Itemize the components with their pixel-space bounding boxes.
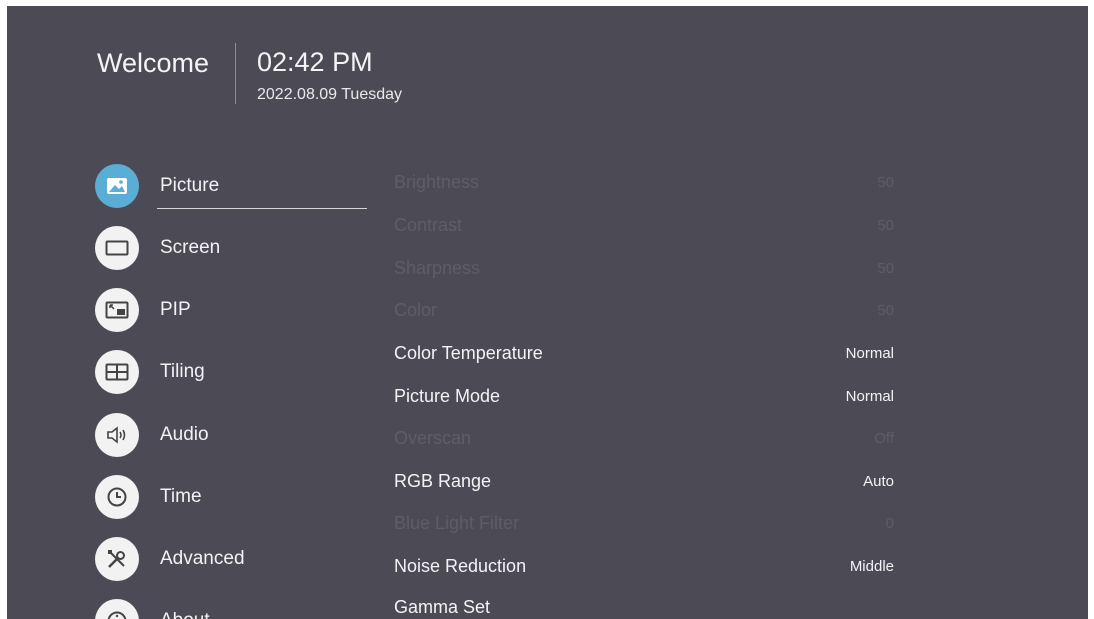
- speaker-icon: [95, 413, 139, 457]
- setting-label: Sharpness: [394, 258, 481, 278]
- sidebar-item-label: Tiling: [160, 361, 205, 382]
- setting-overscan: Overscan Off: [394, 424, 894, 452]
- pip-icon: [95, 288, 139, 332]
- tools-icon: [95, 537, 139, 581]
- setting-value: Normal: [845, 388, 894, 405]
- setting-gamma-set[interactable]: Gamma Set: [394, 593, 894, 619]
- sidebar-item-label: Screen: [160, 237, 221, 258]
- tiling-icon: [95, 350, 139, 394]
- sidebar-item-screen[interactable]: Screen: [95, 223, 375, 273]
- settings-screen: Welcome 02:42 PM 2022.08.09 Tuesday Pict…: [7, 6, 1088, 619]
- setting-rgb-range[interactable]: RGB Range Auto: [394, 467, 894, 495]
- setting-contrast: Contrast 50: [394, 211, 894, 239]
- sidebar-item-audio[interactable]: Audio: [95, 410, 375, 460]
- setting-value: Off: [874, 430, 894, 447]
- sidebar-item-pip[interactable]: PIP: [95, 285, 375, 335]
- sidebar-item-advanced[interactable]: Advanced: [95, 534, 375, 584]
- clock-time: 02:42 PM: [257, 47, 373, 77]
- setting-value: 0: [885, 515, 894, 532]
- setting-picture-mode[interactable]: Picture Mode Normal: [394, 382, 894, 410]
- sidebar-item-tiling[interactable]: Tiling: [95, 347, 375, 397]
- sidebar-item-picture[interactable]: Picture: [95, 161, 375, 211]
- setting-value: 50: [877, 217, 894, 234]
- sidebar-item-label: About: [160, 610, 210, 619]
- setting-label: Brightness: [394, 172, 480, 192]
- clock-date: 2022.08.09 Tuesday: [257, 86, 403, 103]
- sidebar-item-label: Time: [160, 486, 202, 507]
- sidebar-item-label: PIP: [160, 299, 191, 320]
- setting-label: Contrast: [394, 215, 463, 235]
- setting-blue-light-filter: Blue Light Filter 0: [394, 509, 894, 537]
- setting-value: 50: [877, 260, 894, 277]
- setting-noise-reduction[interactable]: Noise Reduction Middle: [394, 552, 894, 580]
- setting-label: Picture Mode: [394, 386, 501, 406]
- header-divider: [235, 43, 236, 104]
- screen-icon: [95, 226, 139, 270]
- setting-label: Color: [394, 300, 438, 320]
- sidebar-item-about[interactable]: About: [95, 596, 375, 619]
- setting-value: 50: [877, 174, 894, 191]
- active-underline: [157, 208, 367, 209]
- clock-icon: [95, 475, 139, 519]
- setting-label: RGB Range: [394, 471, 492, 491]
- setting-label: Color Temperature: [394, 343, 543, 363]
- setting-sharpness: Sharpness 50: [394, 254, 894, 282]
- setting-value: Middle: [849, 558, 894, 575]
- sidebar-item-time[interactable]: Time: [95, 472, 375, 522]
- setting-label: Blue Light Filter: [394, 513, 520, 533]
- setting-label: Overscan: [394, 428, 472, 448]
- setting-value: 50: [877, 302, 894, 319]
- info-icon: [95, 599, 139, 619]
- sidebar-item-label: Advanced: [160, 548, 245, 569]
- setting-brightness: Brightness 50: [394, 168, 894, 196]
- sidebar-item-label: Audio: [160, 424, 209, 445]
- picture-icon: [95, 164, 139, 208]
- setting-label: Noise Reduction: [394, 556, 527, 576]
- setting-color: Color 50: [394, 296, 894, 324]
- setting-label: Gamma Set: [394, 597, 491, 617]
- setting-color-temperature[interactable]: Color Temperature Normal: [394, 339, 894, 367]
- setting-value: Auto: [863, 473, 894, 490]
- setting-value: Normal: [845, 345, 894, 362]
- welcome-title: Welcome: [97, 48, 210, 78]
- sidebar-item-label: Picture: [160, 175, 220, 196]
